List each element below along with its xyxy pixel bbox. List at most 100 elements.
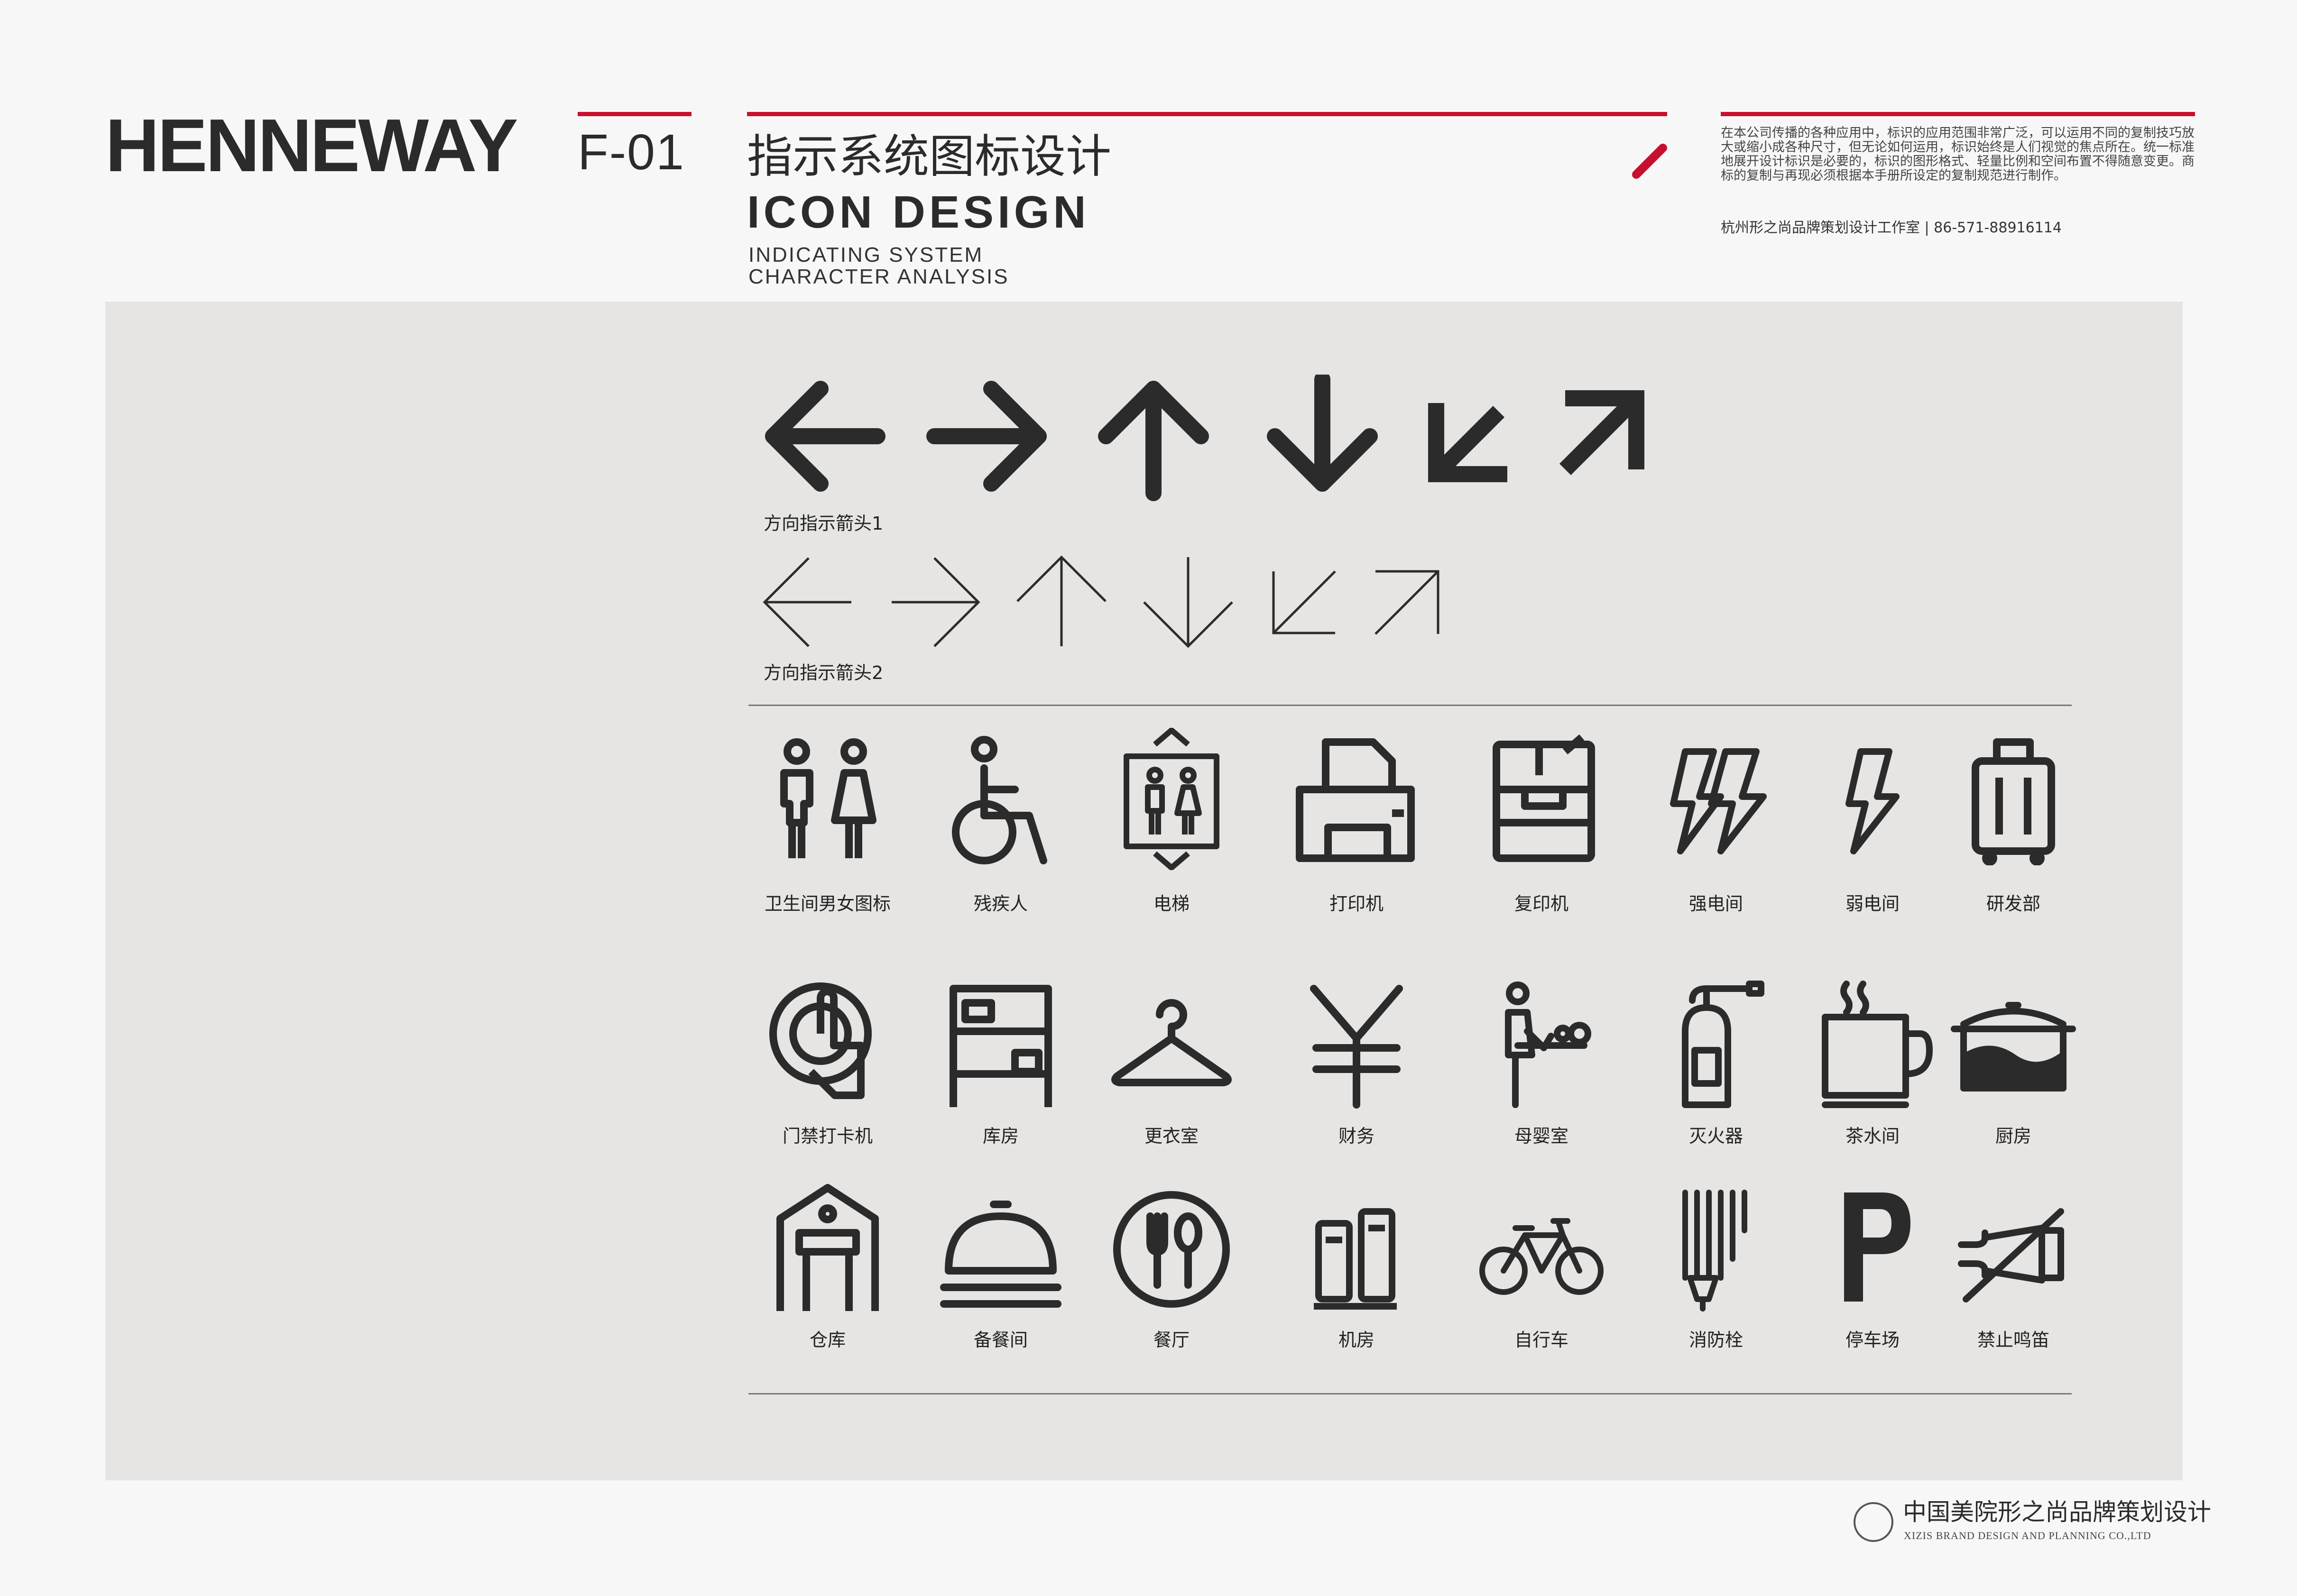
icon-label: 机房: [1338, 1330, 1375, 1350]
icon-cell-extinguisher: 灭火器: [1635, 979, 1797, 1159]
icon-label: 门禁打卡机: [782, 1126, 873, 1147]
accent-rule-code: [578, 112, 692, 116]
red-slash-mark: [1632, 144, 1667, 179]
icon-cell-suitcase: 研发部: [1933, 733, 2094, 914]
icon-cell-printer: 打印机: [1276, 733, 1437, 914]
weak-power-icon: [1845, 748, 1900, 854]
icon-label: 禁止鸣笛: [1977, 1330, 2049, 1350]
icon-cell-server: 机房: [1276, 1183, 1437, 1363]
suitcase-icon: [1972, 738, 2055, 865]
printer-icon: [1296, 738, 1415, 862]
arrow-left-bold-icon: [765, 381, 886, 492]
warehouse-icon: [776, 1184, 879, 1311]
icon-label: 厨房: [1995, 1126, 2031, 1147]
icon-cell-warehouse: 仓库: [747, 1183, 908, 1363]
icon-cell-strong-power: 强电间: [1635, 733, 1797, 914]
arrow-right-bold-icon: [926, 381, 1047, 492]
icon-label: 灭火器: [1688, 1126, 1743, 1147]
icon-label: 残疾人: [973, 893, 1028, 914]
icon-label: 备餐间: [973, 1330, 1028, 1350]
arrow-down-thin-icon: [1143, 557, 1233, 648]
arrow-up-thin-icon: [1016, 555, 1107, 646]
thin-arrow-set: [763, 555, 1439, 648]
icon-label: 消防栓: [1688, 1330, 1743, 1350]
copier-icon: [1493, 734, 1595, 862]
icon-label: 母婴室: [1514, 1126, 1568, 1147]
page-code: F-01: [578, 124, 685, 180]
icon-label: 强电间: [1688, 893, 1743, 914]
bold-arrow-set: [765, 375, 1644, 501]
usage-note: 在本公司传播的各种应用中，标识的应用范围非常广泛，可以运用不同的复制技巧放大或缩…: [1721, 126, 2195, 183]
arrow-right-thin-icon: [892, 557, 980, 647]
divider-bottom: [748, 1393, 2072, 1394]
page-title-en: ICON DESIGN: [747, 187, 1090, 238]
arrow-up-right-thin-icon: [1375, 570, 1439, 635]
icon-label: 复印机: [1514, 893, 1568, 914]
contact-info: 杭州形之尚品牌策划设计工作室 | 86-571-88916114: [1721, 220, 2062, 236]
bicycle-icon: [1479, 1218, 1604, 1295]
icon-label: 电梯: [1153, 893, 1190, 914]
subtitle-line-2: CHARACTER ANALYSIS: [748, 265, 1009, 288]
restaurant-icon: [1113, 1191, 1230, 1308]
strong-power-icon: [1670, 748, 1767, 854]
extinguisher-icon: [1682, 981, 1764, 1108]
server-icon: [1314, 1208, 1397, 1310]
arrow-caption-2: 方向指示箭头2: [764, 662, 884, 683]
icon-label: 卫生间男女图标: [764, 893, 891, 914]
arrow-up-right-bold-icon: [1559, 390, 1644, 476]
icon-label: 库房: [982, 1126, 1019, 1147]
subtitle-line-1: INDICATING SYSTEM: [748, 243, 984, 266]
icon-label: 茶水间: [1845, 1126, 1900, 1147]
icon-label: 自行车: [1514, 1330, 1568, 1350]
company-name-en: XIZIS BRAND DESIGN AND PLANNING CO.,LTD: [1904, 1530, 2151, 1541]
icon-label: 打印机: [1329, 893, 1384, 914]
icon-label: 弱电间: [1845, 893, 1900, 914]
divider-top: [748, 705, 2072, 706]
icon-cell-hanger: 更衣室: [1091, 979, 1252, 1159]
no-horn-icon: [1958, 1208, 2064, 1302]
page-title-cn: 指示系统图标设计: [747, 130, 1111, 183]
arrow-down-bold-icon: [1267, 375, 1378, 492]
accent-rule-title: [747, 112, 1667, 116]
parking-icon: [1844, 1192, 1910, 1302]
icon-cell-cloche: 备餐间: [920, 1183, 1081, 1363]
icon-cell-yen: 财务: [1276, 979, 1437, 1159]
icon-cell-wheelchair: 残疾人: [920, 733, 1081, 914]
company-name-cn: 中国美院形之尚品牌策划设计: [1903, 1499, 2211, 1525]
icon-cell-parking: 停车场: [1792, 1183, 1953, 1363]
icon-cell-storeroom: 库房: [920, 979, 1081, 1159]
arrow-down-left-bold-icon: [1428, 403, 1507, 482]
icon-cell-restaurant: 餐厅: [1091, 1183, 1252, 1363]
arrow-down-left-thin-icon: [1272, 570, 1336, 634]
arrow-up-bold-icon: [1098, 381, 1209, 501]
arrow-left-thin-icon: [763, 557, 851, 647]
hanger-icon: [1111, 999, 1232, 1086]
access-card-icon: [769, 982, 872, 1099]
icon-cell-restroom: 卫生间男女图标: [747, 733, 908, 914]
restroom-icon: [780, 738, 876, 858]
accent-rule-note: [1721, 112, 2195, 116]
wheelchair-icon: [952, 736, 1047, 864]
icon-cell-tea-cup: 茶水间: [1792, 979, 1953, 1159]
icon-label: 仓库: [809, 1330, 846, 1350]
icon-label: 停车场: [1845, 1330, 1900, 1350]
hydrant-icon: [1682, 1190, 1747, 1312]
arrow-caption-1: 方向指示箭头1: [764, 513, 884, 534]
elevator-icon: [1124, 728, 1219, 870]
pot-icon: [1951, 1002, 2076, 1092]
brand-logo: HENNEWAY: [105, 104, 518, 187]
icon-label: 餐厅: [1153, 1330, 1190, 1350]
icon-label: 研发部: [1986, 893, 2040, 914]
icon-cell-baby-room: 母婴室: [1461, 979, 1622, 1159]
baby-room-icon: [1505, 981, 1591, 1108]
icon-cell-pot: 厨房: [1933, 979, 2094, 1159]
storeroom-icon: [950, 985, 1052, 1107]
company-seal-icon: [1854, 1502, 1893, 1542]
icon-cell-no-horn: 禁止鸣笛: [1933, 1183, 2094, 1363]
icon-cell-bicycle: 自行车: [1461, 1183, 1622, 1363]
icon-cell-access-card: 门禁打卡机: [747, 979, 908, 1159]
icon-cell-copier: 复印机: [1461, 733, 1622, 914]
yen-icon: [1310, 985, 1403, 1109]
icon-cell-hydrant: 消防栓: [1635, 1183, 1797, 1363]
cloche-icon: [940, 1201, 1061, 1308]
